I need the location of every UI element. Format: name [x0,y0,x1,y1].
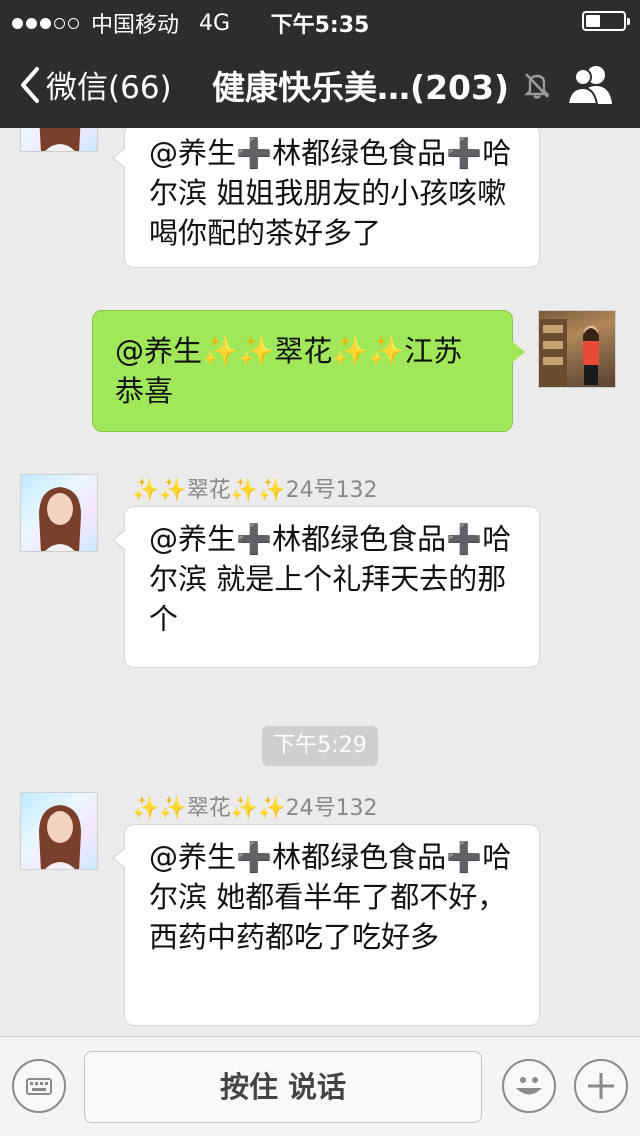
battery-icon [582,11,630,31]
sender-name: ✨✨翠花✨✨24号132 [132,796,378,821]
emoji-icon [516,1077,542,1095]
sender-name: ✨✨翠花✨✨24号132 [132,478,378,503]
message-text: @养生✨✨翠花✨✨江苏 恭喜 [115,334,463,408]
message-bubble[interactable]: @养生➕林都绿色食品➕哈尔滨 就是上个礼拜天去的那个 [112,506,540,668]
back-label: 微信(66) [46,70,172,106]
keyboard-toggle-button[interactable] [12,1059,66,1113]
group-members-button[interactable] [566,62,614,110]
emoji-button[interactable] [502,1059,556,1113]
hold-to-talk-button[interactable]: 按住 说话 [84,1051,482,1123]
message-bubble[interactable]: @养生✨✨翠花✨✨江苏 恭喜 [92,310,525,432]
message-text: @养生➕林都绿色食品➕哈尔滨 姐姐我朋友的小孩咳嗽喝你配的茶好多了 [149,136,512,250]
message-bubble[interactable]: @养生➕林都绿色食品➕哈尔滨 她都看半年了都不好，西药中药都吃了吃好多 [112,824,540,1026]
keyboard-icon [26,1078,52,1095]
chat-area[interactable]: @养生➕林都绿色食品➕哈尔滨 姐姐我朋友的小孩咳嗽喝你配的茶好多了 @养生✨✨翠… [0,128,640,1036]
my-avatar[interactable] [538,310,616,388]
sender-avatar[interactable] [20,128,98,152]
group-members-icon [566,66,612,105]
back-button[interactable]: 微信(66) [18,62,172,107]
sender-avatar[interactable] [20,792,98,870]
status-bar: 中国移动 4G 下午5:35 [0,0,640,40]
back-chevron-icon [21,66,39,103]
nav-bar: 微信(66) 健康快乐美…(203) [0,40,640,128]
mute-bell-icon [524,73,550,99]
chat-title: 健康快乐美…(203) [212,68,510,107]
plus-icon [588,1073,614,1099]
more-options-button[interactable] [574,1059,628,1113]
input-bar: 按住 说话 [0,1036,640,1136]
message-bubble[interactable]: @养生➕林都绿色食品➕哈尔滨 姐姐我朋友的小孩咳嗽喝你配的茶好多了 [112,128,540,268]
message-text: @养生➕林都绿色食品➕哈尔滨 她都看半年了都不好，西药中药都吃了吃好多 [149,840,512,954]
status-time: 下午5:35 [270,13,370,38]
message-text: @养生➕林都绿色食品➕哈尔滨 就是上个礼拜天去的那个 [149,522,512,636]
time-divider: 下午5:29 [262,726,378,766]
sender-avatar[interactable] [20,474,98,552]
